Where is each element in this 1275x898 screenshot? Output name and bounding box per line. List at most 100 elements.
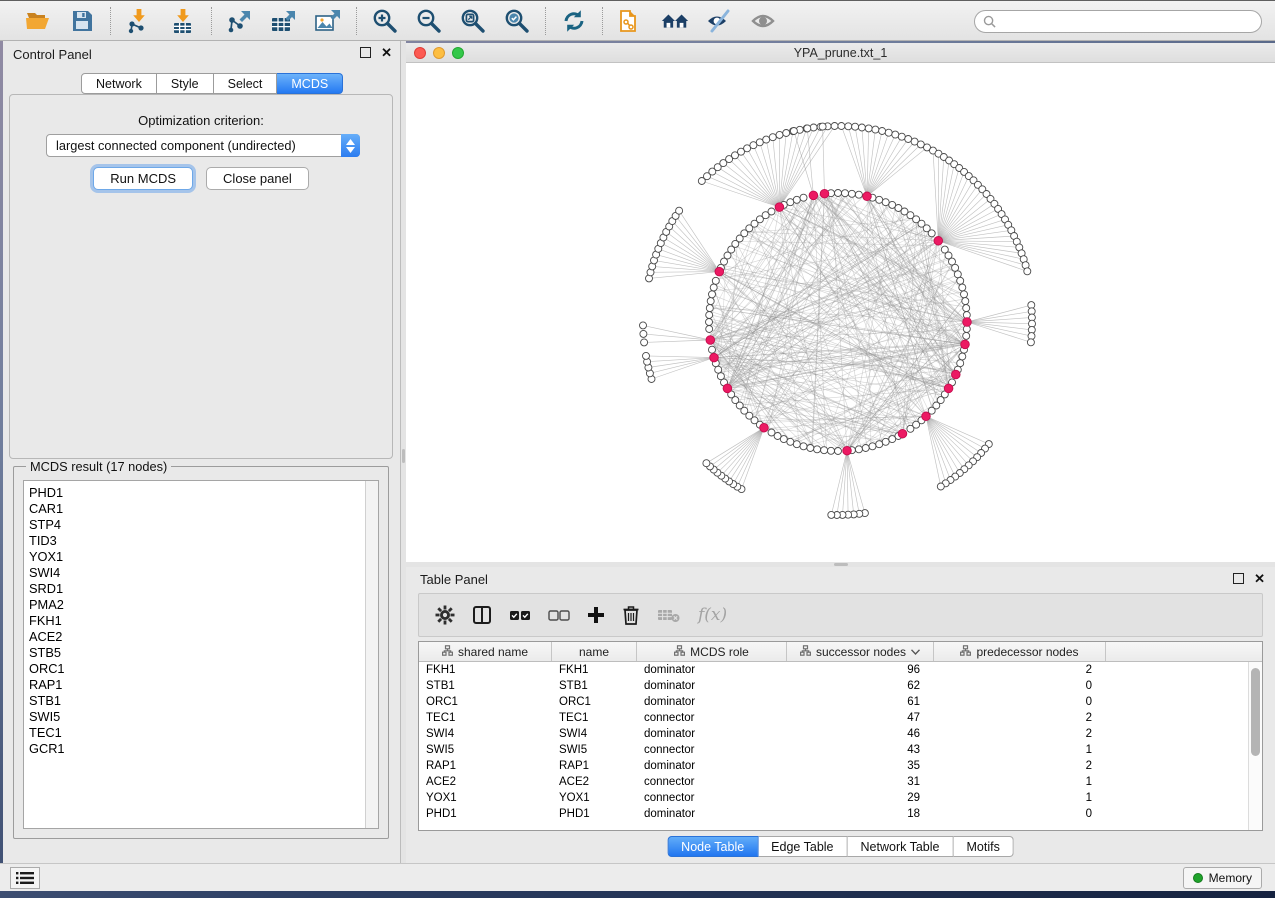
cell-name: PHD1 [552, 808, 637, 820]
cell-name: FKH1 [552, 664, 637, 676]
tab-edge-table[interactable]: Edge Table [758, 836, 847, 857]
tab-node-table[interactable]: Node Table [667, 836, 758, 857]
tab-network[interactable]: Network [81, 73, 157, 94]
select-all-icon[interactable] [509, 608, 531, 622]
table-row[interactable]: RAP1RAP1dominator352 [419, 758, 1262, 774]
cell-name: ORC1 [552, 696, 637, 708]
result-node-item[interactable]: PHD1 [29, 485, 378, 501]
export-network-icon[interactable] [225, 6, 255, 36]
import-table-icon[interactable] [168, 6, 198, 36]
float-table-panel-icon[interactable] [1233, 573, 1244, 584]
result-node-item[interactable]: STB1 [29, 693, 378, 709]
close-panel-icon[interactable]: ✕ [381, 47, 392, 58]
cell-successor_nodes: 61 [787, 696, 934, 708]
cell-successor_nodes: 96 [787, 664, 934, 676]
table-row[interactable]: YOX1YOX1connector291 [419, 790, 1262, 806]
table-row[interactable]: TEC1TEC1connector472 [419, 710, 1262, 726]
table-row[interactable]: ORC1ORC1dominator610 [419, 694, 1262, 710]
result-node-item[interactable]: CAR1 [29, 501, 378, 517]
show-details-icon[interactable] [748, 6, 778, 36]
mcds-result-list[interactable]: PHD1CAR1STP4TID3YOX1SWI4SRD1PMA2FKH1ACE2… [23, 480, 379, 829]
result-node-item[interactable]: STB5 [29, 645, 378, 661]
cell-name: YOX1 [552, 792, 637, 804]
tab-style[interactable]: Style [157, 73, 214, 94]
control-panel-title: Control Panel [13, 47, 92, 62]
search-field[interactable] [974, 10, 1262, 33]
result-node-item[interactable]: TID3 [29, 533, 378, 549]
hide-details-icon[interactable] [704, 6, 734, 36]
tab-motifs[interactable]: Motifs [953, 836, 1013, 857]
export-table-icon[interactable] [269, 6, 299, 36]
import-network-icon[interactable] [124, 6, 154, 36]
table-row[interactable]: STB1STB1dominator620 [419, 678, 1262, 694]
cell-shared_name: RAP1 [419, 760, 552, 772]
close-window-icon[interactable] [414, 47, 426, 59]
result-node-item[interactable]: SWI4 [29, 565, 378, 581]
task-history-button[interactable] [10, 867, 40, 889]
optimization-criterion-select[interactable]: largest connected component (undirected) [46, 134, 360, 157]
gear-icon[interactable] [435, 605, 455, 625]
float-panel-icon[interactable] [360, 47, 371, 58]
column-header-predecessor-nodes[interactable]: predecessor nodes [934, 642, 1106, 661]
home-pages-icon[interactable] [660, 6, 690, 36]
tab-select[interactable]: Select [214, 73, 278, 94]
result-node-item[interactable]: ACE2 [29, 629, 378, 645]
table-row[interactable]: PHD1PHD1dominator180 [419, 806, 1262, 822]
tab-network-table[interactable]: Network Table [848, 836, 954, 857]
result-node-item[interactable]: STP4 [29, 517, 378, 533]
column-header-shared-name[interactable]: shared name [419, 642, 552, 661]
table-row[interactable]: SWI4SWI4dominator462 [419, 726, 1262, 742]
result-node-item[interactable]: SWI5 [29, 709, 378, 725]
desktop: Control Panel ✕ NetworkStyleSelectMCDS O… [0, 0, 1275, 898]
result-node-item[interactable]: PMA2 [29, 597, 378, 613]
table-panel: Table Panel ✕ [406, 567, 1275, 863]
search-input[interactable] [1001, 15, 1253, 29]
column-header-MCDS-role[interactable]: MCDS role [637, 642, 787, 661]
table-row[interactable]: FKH1FKH1dominator962 [419, 662, 1262, 678]
add-column-icon[interactable] [587, 606, 605, 624]
tree-column-icon [960, 645, 971, 659]
run-mcds-button[interactable]: Run MCDS [93, 167, 193, 190]
columns-icon[interactable] [472, 605, 492, 625]
open-file-icon[interactable] [23, 6, 53, 36]
network-window-titlebar[interactable]: YPA_prune.txt_1 [406, 43, 1275, 63]
column-label: shared name [458, 645, 528, 659]
table-scrollbar[interactable] [1248, 662, 1262, 830]
share-document-icon[interactable] [616, 6, 646, 36]
column-header-name[interactable]: name [552, 642, 637, 661]
zoom-selected-icon[interactable] [502, 6, 532, 36]
minimize-window-icon[interactable] [433, 47, 445, 59]
memory-button[interactable]: Memory [1183, 867, 1262, 889]
result-node-item[interactable]: TEC1 [29, 725, 378, 741]
maximize-window-icon[interactable] [452, 47, 464, 59]
result-node-item[interactable]: SRD1 [29, 581, 378, 597]
table-tabs: Node TableEdge TableNetwork TableMotifs [667, 836, 1014, 857]
close-table-panel-icon[interactable]: ✕ [1254, 573, 1265, 584]
result-list-scrollbar[interactable] [365, 481, 378, 828]
result-node-item[interactable]: ORC1 [29, 661, 378, 677]
export-image-icon[interactable] [313, 6, 343, 36]
deselect-all-icon[interactable] [548, 608, 570, 622]
table-row[interactable]: ACE2ACE2connector311 [419, 774, 1262, 790]
result-node-item[interactable]: YOX1 [29, 549, 378, 565]
result-node-item[interactable]: FKH1 [29, 613, 378, 629]
cell-predecessor_nodes: 1 [934, 776, 1106, 788]
result-node-item[interactable]: RAP1 [29, 677, 378, 693]
column-header-successor-nodes[interactable]: successor nodes [787, 642, 934, 661]
zoom-out-icon[interactable] [414, 6, 444, 36]
scrollbar-thumb[interactable] [1251, 668, 1260, 756]
column-header-filler [1106, 642, 1262, 661]
tab-mcds[interactable]: MCDS [277, 73, 343, 94]
table-toolbar: f(x) [418, 593, 1263, 637]
save-session-icon[interactable] [67, 6, 97, 36]
splitter-grip [834, 563, 848, 566]
delete-icon[interactable] [622, 605, 640, 625]
refresh-icon[interactable] [559, 6, 589, 36]
network-canvas[interactable] [406, 63, 1275, 562]
close-panel-button[interactable]: Close panel [206, 167, 309, 190]
result-node-item[interactable]: GCR1 [29, 741, 378, 757]
table-row[interactable]: SWI5SWI5connector431 [419, 742, 1262, 758]
zoom-fit-icon[interactable] [458, 6, 488, 36]
zoom-in-icon[interactable] [370, 6, 400, 36]
network-graph[interactable] [406, 63, 1275, 562]
